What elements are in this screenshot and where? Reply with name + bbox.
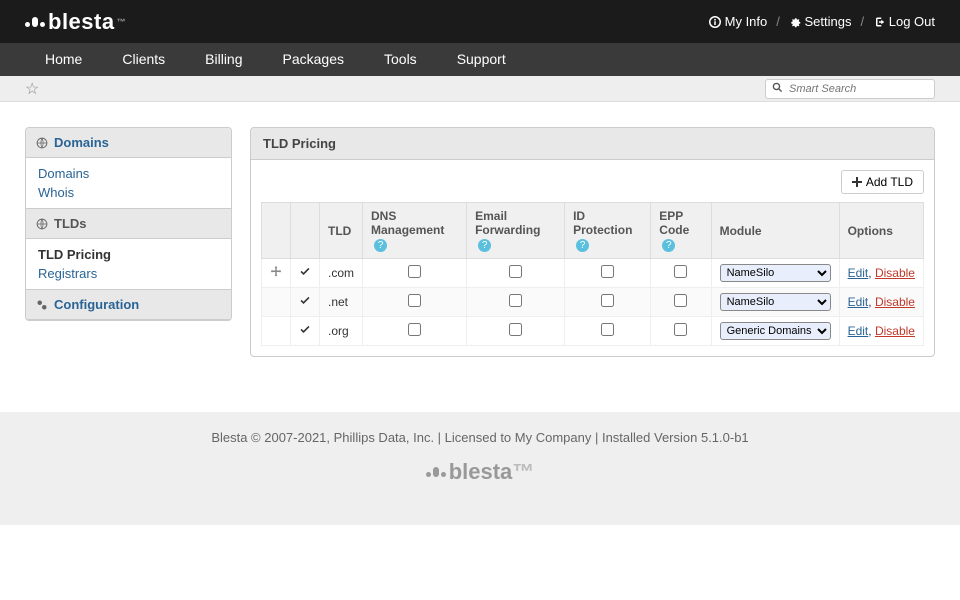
enabled-check-icon — [291, 317, 320, 346]
email-checkbox[interactable] — [509, 323, 522, 336]
dns-checkbox[interactable] — [408, 323, 421, 336]
cell-tld: .org — [320, 317, 363, 346]
search-icon — [772, 82, 783, 96]
logo-dots-icon — [426, 467, 446, 477]
module-select[interactable]: NameSiloGeneric Domains — [720, 322, 831, 340]
drag-handle[interactable] — [262, 317, 291, 346]
idp-checkbox[interactable] — [601, 294, 614, 307]
idp-checkbox[interactable] — [601, 323, 614, 336]
dns-checkbox[interactable] — [408, 294, 421, 307]
topbar: blesta ™ My Info / Settings / Log Out — [0, 0, 960, 43]
enabled-check-icon — [291, 288, 320, 317]
idp-checkbox[interactable] — [601, 265, 614, 278]
email-checkbox[interactable] — [509, 294, 522, 307]
logout-link[interactable]: Log Out — [873, 14, 935, 29]
edit-link[interactable]: Edit — [848, 324, 869, 338]
help-icon[interactable]: ? — [662, 239, 675, 252]
help-icon[interactable]: ? — [374, 239, 387, 252]
epp-checkbox[interactable] — [674, 294, 687, 307]
col-drag — [262, 203, 291, 259]
plus-icon — [852, 177, 862, 187]
col-tld: TLD — [320, 203, 363, 259]
logo-text: blesta — [48, 9, 115, 35]
add-tld-button[interactable]: Add TLD — [841, 170, 924, 194]
cell-tld: .com — [320, 259, 363, 288]
col-options: Options — [839, 203, 923, 259]
globe-icon — [36, 218, 48, 230]
separator: / — [773, 14, 783, 29]
col-idp: ID Protection ? — [565, 203, 651, 259]
table-row: .netNameSiloGeneric DomainsEdit, Disable — [262, 288, 924, 317]
sidebar-active-tld-pricing[interactable]: TLD Pricing — [38, 245, 219, 264]
sidebar-link-registrars[interactable]: Registrars — [38, 264, 219, 283]
disable-link[interactable]: Disable — [875, 324, 915, 338]
logout-icon — [873, 16, 885, 28]
globe-icon — [36, 137, 48, 149]
separator: / — [857, 14, 867, 29]
panel-title: TLD Pricing — [251, 128, 934, 160]
disable-link[interactable]: Disable — [875, 295, 915, 309]
sidebar-body-domains: Domains Whois — [26, 158, 231, 208]
nav-support[interactable]: Support — [437, 43, 526, 76]
footer-text: Blesta © 2007-2021, Phillips Data, Inc. … — [0, 430, 960, 445]
epp-checkbox[interactable] — [674, 265, 687, 278]
footer: Blesta © 2007-2021, Phillips Data, Inc. … — [0, 412, 960, 525]
help-icon[interactable]: ? — [478, 239, 491, 252]
enabled-check-icon — [291, 259, 320, 288]
drag-handle[interactable] — [262, 259, 291, 288]
search-box[interactable] — [765, 79, 935, 99]
logo[interactable]: blesta ™ — [25, 9, 126, 35]
table-row: .comNameSiloGeneric DomainsEdit, Disable — [262, 259, 924, 288]
help-icon[interactable]: ? — [576, 239, 589, 252]
sidebar-body-tlds: TLD Pricing Registrars — [26, 239, 231, 289]
sidebar-link-whois[interactable]: Whois — [38, 183, 219, 202]
col-epp: EPP Code ? — [651, 203, 711, 259]
cogs-icon — [36, 299, 48, 311]
dns-checkbox[interactable] — [408, 265, 421, 278]
info-icon — [709, 16, 721, 28]
logo-dots-icon — [25, 17, 45, 27]
navbar: Home Clients Billing Packages Tools Supp… — [0, 43, 960, 76]
table-row: .orgNameSiloGeneric DomainsEdit, Disable — [262, 317, 924, 346]
my-info-link[interactable]: My Info — [709, 14, 767, 29]
cell-tld: .net — [320, 288, 363, 317]
edit-link[interactable]: Edit — [848, 266, 869, 280]
footer-logo: blesta™ — [426, 459, 535, 485]
tld-table: TLD DNS Management ? Email Forwarding ? … — [261, 202, 924, 346]
edit-link[interactable]: Edit — [848, 295, 869, 309]
top-links: My Info / Settings / Log Out — [709, 14, 935, 29]
trademark-icon: ™ — [117, 17, 127, 27]
subbar: ☆ — [0, 76, 960, 102]
nav-tools[interactable]: Tools — [364, 43, 437, 76]
search-input[interactable] — [789, 83, 928, 95]
disable-link[interactable]: Disable — [875, 266, 915, 280]
nav-billing[interactable]: Billing — [185, 43, 262, 76]
favorite-star-icon[interactable]: ☆ — [25, 79, 39, 99]
col-enabled — [291, 203, 320, 259]
sidebar-head-configuration[interactable]: Configuration — [26, 289, 231, 320]
nav-home[interactable]: Home — [25, 43, 102, 76]
nav-clients[interactable]: Clients — [102, 43, 185, 76]
sidebar-link-domains[interactable]: Domains — [38, 164, 219, 183]
col-dns: DNS Management ? — [363, 203, 467, 259]
sidebar: Domains Domains Whois TLDs TLD Pricing R… — [25, 127, 232, 321]
nav-packages[interactable]: Packages — [263, 43, 364, 76]
epp-checkbox[interactable] — [674, 323, 687, 336]
col-module: Module — [711, 203, 839, 259]
sidebar-head-domains[interactable]: Domains — [26, 128, 231, 158]
gear-icon — [789, 16, 801, 28]
sidebar-head-tlds[interactable]: TLDs — [26, 208, 231, 239]
tld-pricing-panel: TLD Pricing Add TLD TLD DNS Manageme — [250, 127, 935, 357]
module-select[interactable]: NameSiloGeneric Domains — [720, 293, 831, 311]
settings-link[interactable]: Settings — [789, 14, 852, 29]
email-checkbox[interactable] — [509, 265, 522, 278]
col-email: Email Forwarding ? — [467, 203, 565, 259]
module-select[interactable]: NameSiloGeneric Domains — [720, 264, 831, 282]
drag-handle[interactable] — [262, 288, 291, 317]
